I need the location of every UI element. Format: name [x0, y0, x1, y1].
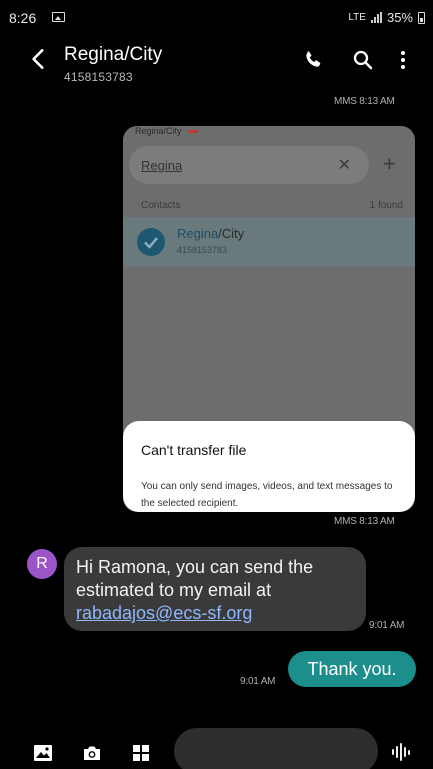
signal-icon [370, 12, 382, 23]
conversation-title: Regina/City [64, 44, 163, 65]
mms-search-field: Regina ✕ [129, 146, 369, 184]
battery-icon [418, 11, 425, 24]
mms-recipient-chip: Regina/City [135, 126, 198, 136]
mms-chip-label: Regina/City [135, 126, 182, 136]
mms-contacts-header: Contacts [141, 200, 181, 211]
compose-bar [0, 712, 433, 769]
network-label: LTE [348, 12, 366, 23]
mms-timestamp-top: MMS 8:13 AM [334, 96, 395, 107]
mms-contact-name: Regina/City [177, 226, 244, 241]
mms-contact-name-rest: /City [218, 226, 245, 241]
incoming-message-bubble[interactable]: Hi Ramona, you can send the estimated to… [64, 547, 366, 631]
mms-contact-row: Regina/City 4158153783 [123, 217, 415, 267]
incoming-message-text: Hi Ramona, you can send the estimated to… [76, 557, 314, 600]
status-time: 8:26 [9, 10, 37, 26]
image-notification-icon [52, 12, 65, 22]
cant-transfer-dialog: Can't transfer file You can only send im… [123, 421, 415, 512]
outgoing-message-bubble[interactable]: Thank you. [288, 651, 416, 687]
conversation-header: Regina/City 4158153783 [0, 34, 433, 90]
message-input[interactable] [174, 728, 378, 769]
checkmark-icon [137, 228, 165, 256]
outgoing-timestamp: 9:01 AM [240, 676, 276, 687]
more-vert-icon[interactable] [391, 48, 415, 72]
gallery-icon[interactable] [32, 742, 54, 764]
clear-icon: ✕ [337, 157, 351, 174]
mms-search-value: Regina [141, 158, 183, 173]
battery-percent: 35% [386, 10, 413, 25]
camera-icon[interactable] [81, 742, 103, 764]
dialog-body: You can only send images, videos, and te… [141, 481, 393, 509]
add-icon: + [383, 151, 396, 176]
email-link[interactable]: rabadajos@ecs-sf.org [76, 603, 252, 623]
phone-icon[interactable] [301, 48, 325, 72]
status-right: LTE 35% [348, 10, 425, 25]
back-arrow-icon[interactable] [26, 46, 52, 72]
mms-found-count: 1 found [369, 200, 403, 211]
chip-remove-icon [187, 130, 198, 134]
voice-waveform-icon[interactable] [392, 743, 414, 761]
apps-grid-icon[interactable] [130, 742, 152, 764]
incoming-timestamp: 9:01 AM [369, 620, 405, 631]
search-icon[interactable] [351, 48, 375, 72]
dialog-title: Can't transfer file [141, 442, 247, 458]
conversation-number: 4158153783 [64, 70, 133, 84]
mms-contact-name-match: Regina [177, 226, 219, 241]
mms-timestamp-bottom: MMS 8:13 AM [334, 516, 395, 527]
status-bar: 8:26 LTE 35% [0, 0, 433, 34]
avatar[interactable]: R [27, 549, 57, 579]
mms-contact-number: 4158153783 [177, 245, 228, 255]
